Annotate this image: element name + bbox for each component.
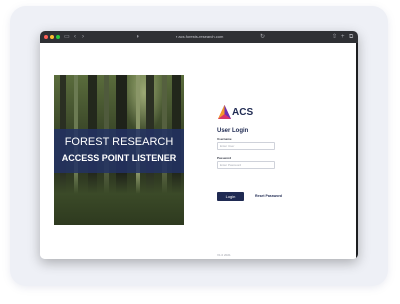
address-bar[interactable]: ▪acs.forests-research.com xyxy=(176,34,223,40)
back-icon[interactable]: ‹ xyxy=(74,32,76,42)
browser-window: ▭ ‹ › ◗ ▪acs.forests-research.com ↻ ⇧ + … xyxy=(40,31,358,259)
username-label: Username xyxy=(217,137,232,141)
tabs-icon[interactable]: ⧉ xyxy=(349,32,353,42)
hero-subtitle: ACCESS POINT LISTENER xyxy=(61,153,177,163)
shield-icon[interactable]: ◗ xyxy=(136,32,140,42)
hero-banner: FOREST RESEARCH ACCESS POINT LISTENER xyxy=(54,129,184,173)
reset-password-link[interactable]: Reset Password xyxy=(255,192,282,201)
logo-text: ACS xyxy=(232,107,254,118)
forest-hero-image: FOREST RESEARCH ACCESS POINT LISTENER xyxy=(54,75,184,225)
browser-toolbar: ▭ ‹ › ◗ ▪acs.forests-research.com ↻ ⇧ + … xyxy=(40,31,358,43)
minimize-window-button[interactable] xyxy=(50,35,54,39)
login-title: User Login xyxy=(217,128,249,134)
username-input[interactable] xyxy=(217,142,275,150)
acs-logo: ACS xyxy=(218,105,258,121)
password-input[interactable] xyxy=(217,161,275,169)
page-content: FOREST RESEARCH ACCESS POINT LISTENER AC… xyxy=(40,43,358,259)
scrollbar[interactable] xyxy=(356,43,358,259)
version-text: V1.0 2021 xyxy=(217,253,231,257)
close-window-button[interactable] xyxy=(44,35,48,39)
acs-logo-icon xyxy=(218,105,231,119)
hero-title: FOREST RESEARCH xyxy=(64,136,174,148)
login-button[interactable]: Login xyxy=(217,192,244,201)
maximize-window-button[interactable] xyxy=(56,35,60,39)
sidebar-icon[interactable]: ▭ xyxy=(64,32,70,42)
mossy-ground xyxy=(54,173,184,225)
new-tab-icon[interactable]: + xyxy=(341,32,345,42)
reload-icon[interactable]: ↻ xyxy=(260,32,265,42)
password-label: Password xyxy=(217,156,232,160)
address-text: acs.forests-research.com xyxy=(178,34,224,39)
forward-icon[interactable]: › xyxy=(82,32,84,42)
sunlight-glow xyxy=(124,75,164,135)
share-icon[interactable]: ⇧ xyxy=(332,32,337,42)
